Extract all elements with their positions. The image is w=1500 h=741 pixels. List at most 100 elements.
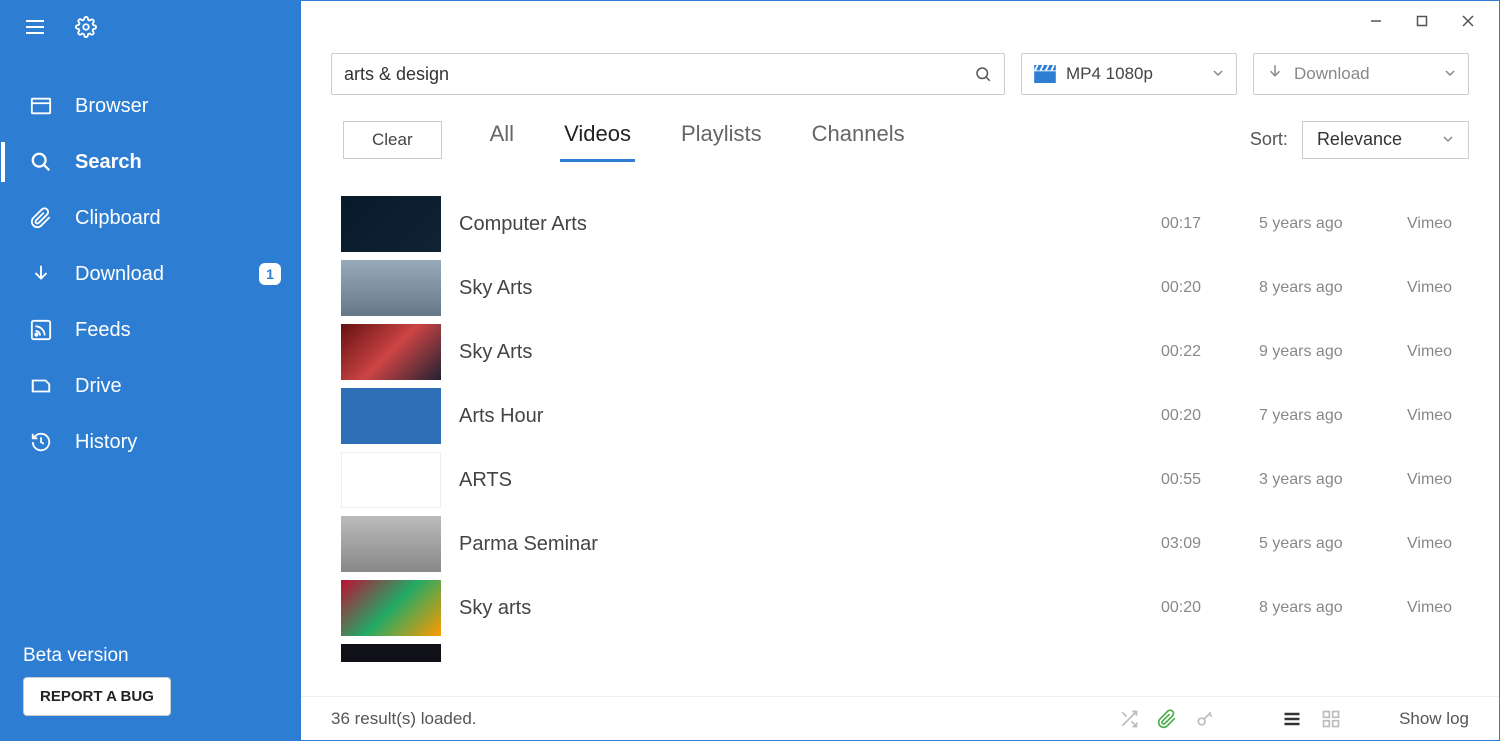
gear-icon[interactable] bbox=[75, 16, 97, 43]
shuffle-icon[interactable] bbox=[1119, 709, 1139, 729]
search-input[interactable] bbox=[344, 64, 974, 85]
main: MP4 1080p Download Clear All Videos Playli… bbox=[301, 1, 1499, 740]
drive-icon bbox=[29, 374, 53, 398]
result-title: Sky Arts bbox=[459, 341, 1143, 364]
close-button[interactable] bbox=[1445, 5, 1491, 37]
result-duration: 00:22 bbox=[1161, 343, 1241, 361]
sidebar-item-label: Drive bbox=[75, 375, 281, 398]
chevron-down-icon bbox=[1212, 64, 1224, 84]
paperclip-icon[interactable] bbox=[1157, 709, 1177, 729]
results-count: 36 result(s) loaded. bbox=[331, 709, 477, 729]
clapperboard-icon bbox=[1034, 65, 1056, 83]
download-button[interactable]: Download bbox=[1253, 53, 1469, 95]
tab-playlists[interactable]: Playlists bbox=[677, 117, 766, 162]
clear-button[interactable]: Clear bbox=[343, 121, 442, 159]
format-select[interactable]: MP4 1080p bbox=[1021, 53, 1237, 95]
report-bug-button[interactable]: REPORT A BUG bbox=[23, 677, 171, 716]
beta-label: Beta version bbox=[23, 645, 281, 667]
sidebar-item-search[interactable]: Search bbox=[1, 134, 301, 190]
result-source: Vimeo bbox=[1407, 343, 1487, 361]
feeds-icon bbox=[29, 318, 53, 342]
result-duration: 03:09 bbox=[1161, 535, 1241, 553]
download-icon bbox=[29, 262, 53, 286]
maximize-button[interactable] bbox=[1399, 5, 1445, 37]
result-age: 7 years ago bbox=[1259, 407, 1389, 425]
menu-icon[interactable] bbox=[23, 15, 47, 44]
list-view-icon[interactable] bbox=[1281, 709, 1303, 729]
tab-all[interactable]: All bbox=[486, 117, 518, 162]
download-label: Download bbox=[1294, 64, 1370, 84]
browser-icon bbox=[29, 94, 53, 118]
results-list[interactable]: Computer Arts 00:17 5 years ago Vimeo Sk… bbox=[301, 172, 1499, 696]
result-age: 8 years ago bbox=[1259, 599, 1389, 617]
result-thumbnail bbox=[341, 644, 441, 662]
sidebar-item-label: Download bbox=[75, 263, 237, 286]
result-thumbnail bbox=[341, 260, 441, 316]
result-title: Sky arts bbox=[459, 597, 1143, 620]
result-title: ARTS bbox=[459, 469, 1143, 492]
result-row[interactable]: ARTS 00:55 3 years ago Vimeo bbox=[341, 448, 1487, 512]
download-icon bbox=[1266, 63, 1284, 86]
result-thumbnail bbox=[341, 516, 441, 572]
sidebar-item-clipboard[interactable]: Clipboard bbox=[1, 190, 301, 246]
history-icon bbox=[29, 430, 53, 454]
tab-videos[interactable]: Videos bbox=[560, 117, 635, 162]
minimize-button[interactable] bbox=[1353, 5, 1399, 37]
result-row[interactable] bbox=[341, 640, 1487, 666]
sidebar-item-label: Search bbox=[75, 151, 281, 174]
sort-value: Relevance bbox=[1317, 129, 1402, 150]
sidebar: Browser Search Clipboard Download 1 Feed… bbox=[1, 1, 301, 740]
result-thumbnail bbox=[341, 388, 441, 444]
result-source: Vimeo bbox=[1407, 599, 1487, 617]
result-source: Vimeo bbox=[1407, 535, 1487, 553]
result-source: Vimeo bbox=[1407, 407, 1487, 425]
sidebar-item-download[interactable]: Download 1 bbox=[1, 246, 301, 302]
result-thumbnail bbox=[341, 324, 441, 380]
result-age: 5 years ago bbox=[1259, 215, 1389, 233]
tab-channels[interactable]: Channels bbox=[808, 117, 909, 162]
result-title: Arts Hour bbox=[459, 405, 1143, 428]
toolbar: MP4 1080p Download bbox=[301, 41, 1499, 103]
result-thumbnail bbox=[341, 196, 441, 252]
sidebar-item-label: Feeds bbox=[75, 319, 281, 342]
key-icon[interactable] bbox=[1195, 709, 1215, 729]
chevron-down-icon bbox=[1444, 64, 1456, 84]
result-title: Computer Arts bbox=[459, 213, 1143, 236]
format-label: MP4 1080p bbox=[1066, 64, 1153, 84]
sidebar-item-history[interactable]: History bbox=[1, 414, 301, 470]
result-thumbnail bbox=[341, 580, 441, 636]
statusbar: 36 result(s) loaded. Show log bbox=[301, 696, 1499, 740]
sort-wrap: Sort: Relevance bbox=[1250, 121, 1469, 159]
result-row[interactable]: Parma Seminar 03:09 5 years ago Vimeo bbox=[341, 512, 1487, 576]
result-duration: 00:20 bbox=[1161, 599, 1241, 617]
grid-view-icon[interactable] bbox=[1321, 709, 1341, 729]
sidebar-bottom: Beta version REPORT A BUG bbox=[1, 645, 301, 740]
result-age: 3 years ago bbox=[1259, 471, 1389, 489]
sidebar-item-drive[interactable]: Drive bbox=[1, 358, 301, 414]
sidebar-item-feeds[interactable]: Feeds bbox=[1, 302, 301, 358]
result-row[interactable]: Sky Arts 00:22 9 years ago Vimeo bbox=[341, 320, 1487, 384]
result-row[interactable]: Computer Arts 00:17 5 years ago Vimeo bbox=[341, 192, 1487, 256]
result-title: Sky Arts bbox=[459, 277, 1143, 300]
filter-row: Clear All Videos Playlists Channels Sort: R… bbox=[301, 103, 1499, 172]
search-icon[interactable] bbox=[974, 65, 992, 83]
result-source: Vimeo bbox=[1407, 215, 1487, 233]
result-source: Vimeo bbox=[1407, 471, 1487, 489]
result-row[interactable]: Sky Arts 00:20 8 years ago Vimeo bbox=[341, 256, 1487, 320]
nav: Browser Search Clipboard Download 1 Feed… bbox=[1, 58, 301, 645]
result-row[interactable]: Sky arts 00:20 8 years ago Vimeo bbox=[341, 576, 1487, 640]
sidebar-item-browser[interactable]: Browser bbox=[1, 78, 301, 134]
sidebar-badge: 1 bbox=[259, 263, 281, 285]
sidebar-item-label: Clipboard bbox=[75, 207, 281, 230]
search-icon bbox=[29, 150, 53, 174]
result-duration: 00:17 bbox=[1161, 215, 1241, 233]
result-row[interactable]: Arts Hour 00:20 7 years ago Vimeo bbox=[341, 384, 1487, 448]
result-title: Parma Seminar bbox=[459, 533, 1143, 556]
result-source: Vimeo bbox=[1407, 279, 1487, 297]
show-log-button[interactable]: Show log bbox=[1399, 709, 1469, 729]
sort-label: Sort: bbox=[1250, 129, 1288, 150]
search-wrap bbox=[331, 53, 1005, 95]
result-age: 5 years ago bbox=[1259, 535, 1389, 553]
result-age: 8 years ago bbox=[1259, 279, 1389, 297]
sort-select[interactable]: Relevance bbox=[1302, 121, 1469, 159]
